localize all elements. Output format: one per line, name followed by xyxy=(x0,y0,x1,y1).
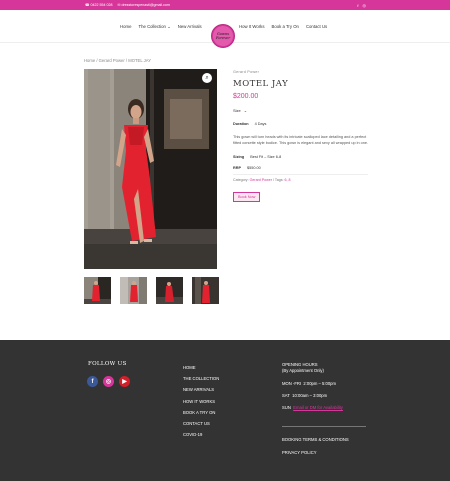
chevron-down-icon: ⌄ xyxy=(243,108,248,113)
footer-link-contact-us[interactable]: CONTACT US xyxy=(183,418,219,429)
breadcrumb-current: MOTEL JAY xyxy=(128,58,152,63)
sun-availability-link[interactable]: Email or DM for Availability xyxy=(293,405,343,410)
nav-the-collection-label: The Collection xyxy=(138,24,166,29)
footer-link-how-it-works[interactable]: HOW IT WORKS xyxy=(183,396,219,407)
rrp-label: RRP xyxy=(233,166,242,170)
nav-home[interactable]: Home xyxy=(120,24,131,30)
footer-divider xyxy=(282,426,366,427)
footer-link-book-a-try-on[interactable]: BOOK A TRY ON xyxy=(183,407,219,418)
top-bar: ☎ 0422 554 028 ✉ dresstorespenasti@gmail… xyxy=(0,0,450,10)
instagram-icon[interactable]: ◎ xyxy=(363,3,367,8)
product-main-image[interactable] xyxy=(84,69,217,269)
thumbnail-4[interactable] xyxy=(192,277,219,304)
privacy-policy-link[interactable]: PRIVACY POLICY xyxy=(282,450,372,455)
youtube-icon[interactable]: ▶ xyxy=(119,376,130,387)
opening-hours-note: (By Appointment Only) xyxy=(282,368,324,373)
book-now-button[interactable]: Book Now xyxy=(233,192,261,202)
product-price: $200.00 xyxy=(233,93,259,100)
product-title: MOTEL JAY xyxy=(233,79,289,89)
thumbnail-3[interactable] xyxy=(156,277,183,304)
sun-label: SUN xyxy=(282,405,291,410)
tags-prefix: / Tags: xyxy=(271,178,285,182)
facebook-icon[interactable]: f xyxy=(87,376,98,387)
nav-new-arrivals[interactable]: New Arrivals xyxy=(178,24,202,30)
opening-hours: OPENING HOURS (By Appointment Only) MON … xyxy=(282,362,372,455)
thumbnail-1[interactable] xyxy=(84,277,111,304)
instagram-icon[interactable]: ◎ xyxy=(103,376,114,387)
size-label: Size xyxy=(233,108,241,113)
booking-terms-link[interactable]: BOOKING TERMS & CONDITIONS xyxy=(282,437,372,442)
breadcrumb-category[interactable]: Gerard Power xyxy=(99,58,125,63)
sizing-value: Best Fit – Size 6-8 xyxy=(250,155,282,159)
logo-text-2: Forever xyxy=(215,36,230,40)
duration-label: Duration xyxy=(233,122,249,126)
footer-link-home[interactable]: HOME xyxy=(183,362,219,373)
follow-us-title: FOLLOW US xyxy=(88,361,127,367)
sunday-hours: SUN Email or DM for Availability xyxy=(282,405,372,410)
sizing-row: Sizing Best Fit – Size 6-8 xyxy=(233,155,368,159)
product-category-label: Gerard Power xyxy=(233,70,260,74)
weekday-label: MON -FRI xyxy=(282,381,302,386)
product-photo xyxy=(84,69,217,269)
chevron-down-icon: ⌄ xyxy=(167,24,171,29)
logo-mark: Gowns Forever xyxy=(213,26,233,46)
rrp-value: $550.00 xyxy=(247,166,261,170)
weekday-time: 2:00pm – 5:00pm xyxy=(303,381,336,386)
tags-link[interactable]: 6, 8 xyxy=(285,178,291,182)
footer-link-new-arrivals[interactable]: NEW ARRIVALS xyxy=(183,384,219,395)
footer-social: f ◎ ▶ xyxy=(87,376,130,387)
email-contact[interactable]: ✉ dresstorespenasti@gmail.com xyxy=(117,3,169,7)
rrp-row: RRP $550.00 xyxy=(233,166,368,175)
weekday-hours: MON -FRI 2:00pm – 5:00pm xyxy=(282,381,372,386)
breadcrumb-home[interactable]: Home xyxy=(84,58,95,63)
duration-row: Duration 4 Days xyxy=(233,122,368,126)
nav-left: Home The Collection ⌄ New Arrivals xyxy=(120,24,202,30)
duration-value: 4 Days xyxy=(254,122,267,126)
footer-link-the-collection[interactable]: THE COLLECTION xyxy=(183,373,219,384)
product-summary: Gerard Power MOTEL JAY $200.00 Size ⌄ Du… xyxy=(233,70,368,203)
product-description: This gown will turn heads with its intri… xyxy=(233,135,369,145)
top-contact: ☎ 0422 554 028 ✉ dresstorespenasti@gmail… xyxy=(85,3,170,7)
footer-links: HOME THE COLLECTION NEW ARRIVALS HOW IT … xyxy=(183,362,219,440)
nav-right: How It Works Book a Try On Contact Us xyxy=(239,24,327,29)
breadcrumb: Home / Gerard Power / MOTEL JAY xyxy=(84,58,151,63)
footer-link-covid-19[interactable]: COVID-19 xyxy=(183,429,219,440)
thumbnail-image xyxy=(120,277,147,304)
size-select[interactable]: Size ⌄ xyxy=(233,108,368,113)
category-link[interactable]: Gerard Power xyxy=(250,178,272,182)
nav-the-collection[interactable]: The Collection ⌄ xyxy=(138,24,170,30)
sizing-label: Sizing xyxy=(233,155,245,159)
thumbnail-2[interactable] xyxy=(120,277,147,304)
zoom-icon[interactable]: ⌕ xyxy=(202,73,212,83)
phone-icon: ☎ xyxy=(85,3,90,7)
nav-how-it-works[interactable]: How It Works xyxy=(239,24,264,29)
product-thumbnails xyxy=(84,277,219,304)
nav-book-a-try-on[interactable]: Book a Try On xyxy=(271,24,298,29)
facebook-icon[interactable]: f xyxy=(357,3,358,8)
thumbnail-image xyxy=(192,277,219,304)
product-meta: Category: Gerard Power / Tags: 6, 8 xyxy=(233,178,368,182)
site-logo[interactable]: Gowns Forever xyxy=(211,24,235,48)
mail-icon: ✉ xyxy=(117,3,121,7)
sat-time: 10:00am – 3:00pm xyxy=(292,393,328,398)
category-prefix: Category: xyxy=(233,178,250,182)
email-address: dresstorespenasti@gmail.com xyxy=(121,3,170,7)
site-header: Home The Collection ⌄ New Arrivals Gowns… xyxy=(0,10,450,48)
nav-contact-us[interactable]: Contact Us xyxy=(306,24,327,29)
sat-label: SAT xyxy=(282,393,290,398)
saturday-hours: SAT 10:00am – 3:00pm xyxy=(282,393,372,398)
top-social: f ◎ xyxy=(357,3,366,8)
thumbnail-image xyxy=(156,277,183,304)
phone-contact[interactable]: ☎ 0422 554 028 xyxy=(85,3,112,7)
phone-number: 0422 554 028 xyxy=(90,3,113,7)
site-footer: FOLLOW US f ◎ ▶ HOME THE COLLECTION NEW … xyxy=(0,340,450,481)
thumbnail-image xyxy=(84,277,111,304)
